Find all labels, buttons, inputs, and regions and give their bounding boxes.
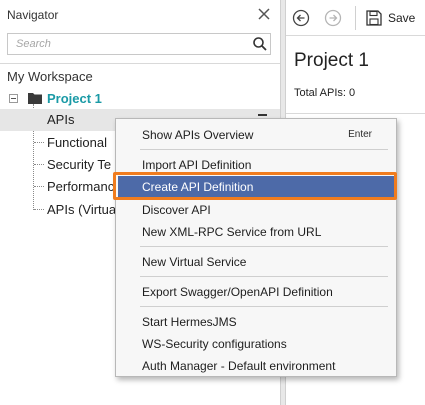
collapse-icon[interactable] xyxy=(9,94,18,103)
menu-item-label: WS-Security configurations xyxy=(142,337,287,351)
menu-item-auth-manager[interactable]: Auth Manager - Default environment xyxy=(118,355,394,376)
menu-item-discover-api[interactable]: Discover API xyxy=(118,199,394,220)
save-icon xyxy=(366,10,382,26)
forward-arrow-icon[interactable] xyxy=(324,9,342,27)
menu-item-label: New XML-RPC Service from URL xyxy=(142,225,322,239)
menu-separator xyxy=(140,149,388,150)
page-title: Project 1 xyxy=(294,50,369,71)
navigator-divider xyxy=(0,63,280,64)
tree-item-label: Performanc xyxy=(47,179,115,194)
save-label: Save xyxy=(388,11,416,25)
folder-icon xyxy=(28,93,42,104)
menu-item-create-api-definition[interactable]: Create API Definition xyxy=(118,176,394,197)
back-arrow-icon[interactable] xyxy=(292,9,310,27)
context-menu: Show APIs Overview Enter Import API Defi… xyxy=(115,118,397,377)
menu-item-shortcut: Enter xyxy=(348,129,372,140)
navigator-title: Navigator xyxy=(7,8,59,22)
search-box xyxy=(7,33,271,55)
menu-item-label: Show APIs Overview xyxy=(142,128,254,142)
menu-item-label: Create API Definition xyxy=(142,180,254,194)
tree-item-label: Security Te xyxy=(47,157,112,172)
menu-item-show-apis-overview[interactable]: Show APIs Overview Enter xyxy=(118,124,394,145)
divider xyxy=(286,113,425,114)
menu-item-label: Start HermesJMS xyxy=(142,315,237,329)
menu-item-new-virtual-service[interactable]: New Virtual Service xyxy=(118,251,394,272)
navigator-header: Navigator xyxy=(0,0,280,30)
menu-separator xyxy=(140,276,388,277)
tree-item-label: Functional xyxy=(47,135,107,150)
menu-separator xyxy=(140,246,388,247)
tree-item-label: APIs xyxy=(47,112,75,127)
toolbar: Save xyxy=(286,0,425,36)
menu-item-label: Export Swagger/OpenAPI Definition xyxy=(142,285,333,299)
close-icon[interactable] xyxy=(256,6,272,22)
search-input[interactable] xyxy=(8,34,246,54)
total-apis-label: Total APIs: 0 xyxy=(294,87,356,99)
menu-item-label: Auth Manager - Default environment xyxy=(142,359,336,373)
menu-item-label: New Virtual Service xyxy=(142,255,247,269)
tree-item-label: APIs (Virtua xyxy=(47,202,117,217)
menu-item-new-xml-rpc-service[interactable]: New XML-RPC Service from URL xyxy=(118,221,394,242)
menu-item-import-api-definition[interactable]: Import API Definition xyxy=(118,154,394,175)
tree-item-project[interactable]: Project 1 xyxy=(0,88,280,110)
menu-item-ws-security-configurations[interactable]: WS-Security configurations xyxy=(118,333,394,354)
menu-item-label: Import API Definition xyxy=(142,158,252,172)
workspace-label: My Workspace xyxy=(7,69,93,84)
menu-separator xyxy=(140,306,388,307)
menu-item-start-hermesjms[interactable]: Start HermesJMS xyxy=(118,311,394,332)
project-label: Project 1 xyxy=(47,91,102,106)
search-icon[interactable] xyxy=(252,36,268,52)
toolbar-separator xyxy=(355,6,356,30)
save-button[interactable]: Save xyxy=(364,8,424,28)
menu-item-label: Discover API xyxy=(142,203,211,217)
menu-item-export-openapi-definition[interactable]: Export Swagger/OpenAPI Definition xyxy=(118,281,394,302)
